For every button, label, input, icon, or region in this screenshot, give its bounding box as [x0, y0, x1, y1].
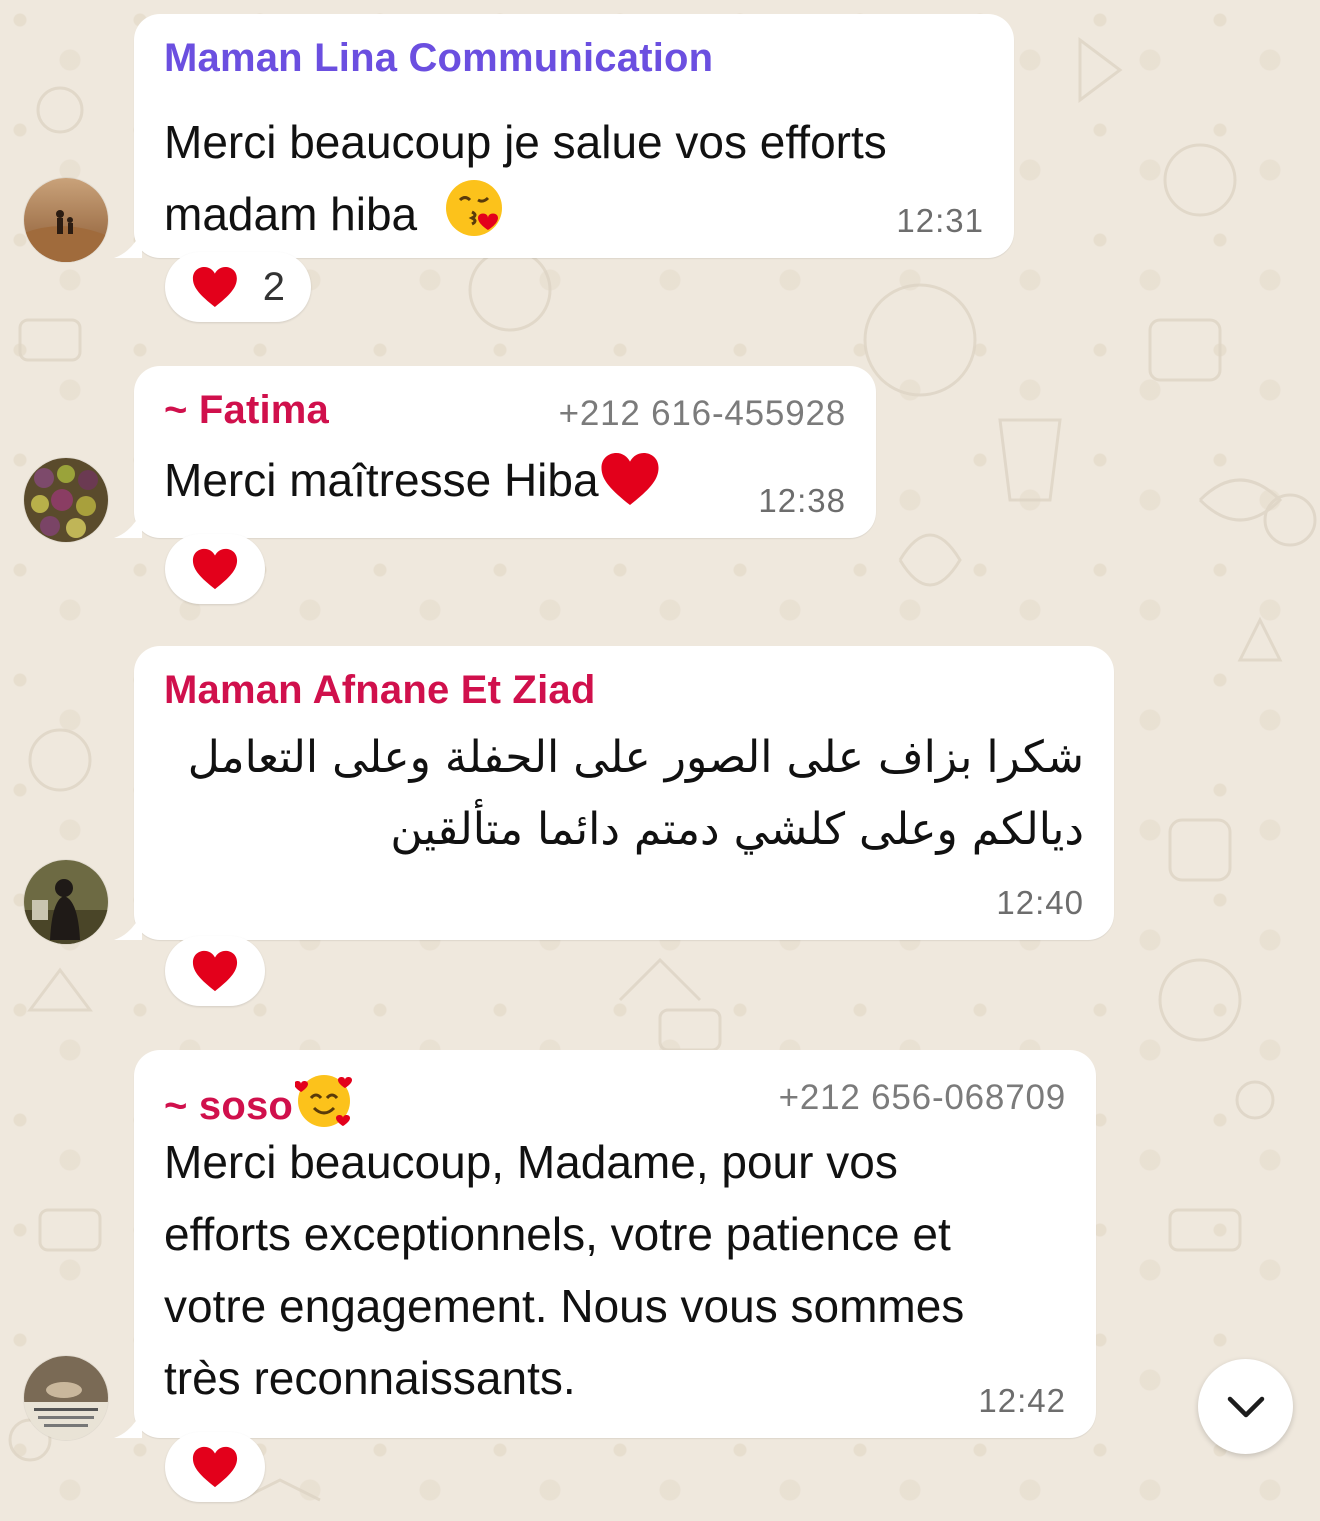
- sender-name[interactable]: Maman Afnane Et Ziad: [164, 668, 595, 713]
- avatar-soso[interactable]: [24, 1356, 108, 1440]
- message-line: efforts exceptionnels, votre patience et: [164, 1208, 951, 1260]
- message-line: ديالكم وعلى كلشي دمتم دائما متألقين: [390, 804, 1084, 855]
- message-line: madam hiba: [164, 188, 418, 241]
- message-text: Merci beaucoup je salue vos efforts mada…: [164, 106, 994, 258]
- reaction-pill[interactable]: 2: [165, 252, 311, 322]
- bubble-tail: [114, 1410, 142, 1438]
- message-time: 12:31: [896, 202, 984, 239]
- bubble-tail: [114, 510, 142, 538]
- sender-phone[interactable]: +212 656-068709: [779, 1078, 1066, 1118]
- sender-name[interactable]: Maman Lina Communication: [164, 36, 713, 81]
- message-line-with-emoji: madam hiba: [164, 178, 994, 258]
- red-heart-icon: [192, 1446, 238, 1488]
- reaction-pill[interactable]: [165, 1432, 265, 1502]
- message-text: Merci beaucoup, Madame, pour vos efforts…: [164, 1126, 1074, 1414]
- avatar-fatima[interactable]: [24, 458, 108, 542]
- scroll-to-bottom-button[interactable]: [1198, 1359, 1293, 1454]
- avatar-maman-afnane[interactable]: [24, 860, 108, 944]
- sender-phone[interactable]: +212 616-455928: [559, 394, 846, 434]
- red-heart-icon: [192, 950, 238, 992]
- face-blowing-kiss-icon: [444, 178, 504, 258]
- message-bubble[interactable]: Maman Afnane Et Ziad شكرا بزاف على الصور…: [114, 646, 1114, 940]
- chevron-down-icon: [1227, 1396, 1264, 1417]
- avatar-maman-lina[interactable]: [24, 178, 108, 262]
- message-text: شكرا بزاف على الصور على الحفلة وعلى التع…: [164, 722, 1084, 866]
- reaction-count: 2: [262, 264, 285, 309]
- message-line: votre engagement. Nous vous sommes: [164, 1280, 965, 1332]
- message-line: Merci maîtresse Hiba: [164, 454, 599, 506]
- message-line: Merci beaucoup je salue vos efforts: [164, 116, 887, 168]
- red-heart-emoji-icon: [599, 448, 661, 520]
- message-text: Merci maîtresse Hiba: [164, 444, 661, 520]
- message-line: Merci beaucoup, Madame, pour vos: [164, 1136, 898, 1188]
- message-time: 12:38: [758, 482, 846, 519]
- reaction-pill[interactable]: [165, 936, 265, 1006]
- message-time: 12:42: [978, 1382, 1066, 1419]
- bubble-tail: [114, 912, 142, 940]
- reaction-pill[interactable]: [165, 534, 265, 604]
- message-time: 12:40: [996, 884, 1084, 921]
- message-bubble[interactable]: Maman Lina Communication Merci beaucoup …: [114, 14, 1014, 258]
- sender-name-label: ~ soso: [164, 1083, 294, 1128]
- red-heart-icon: [192, 548, 238, 590]
- message-bubble[interactable]: ~ Fatima +212 616-455928 Merci maîtresse…: [114, 366, 876, 538]
- bubble-tail: [114, 230, 142, 258]
- message-line: très reconnaissants.: [164, 1352, 576, 1404]
- red-heart-icon: [192, 266, 237, 308]
- message-bubble[interactable]: ~ soso +212 656-068709 Merci beaucoup, M…: [114, 1050, 1096, 1438]
- sender-name[interactable]: ~ Fatima: [164, 388, 329, 433]
- message-line: شكرا بزاف على الصور على الحفلة وعلى التع…: [187, 732, 1084, 783]
